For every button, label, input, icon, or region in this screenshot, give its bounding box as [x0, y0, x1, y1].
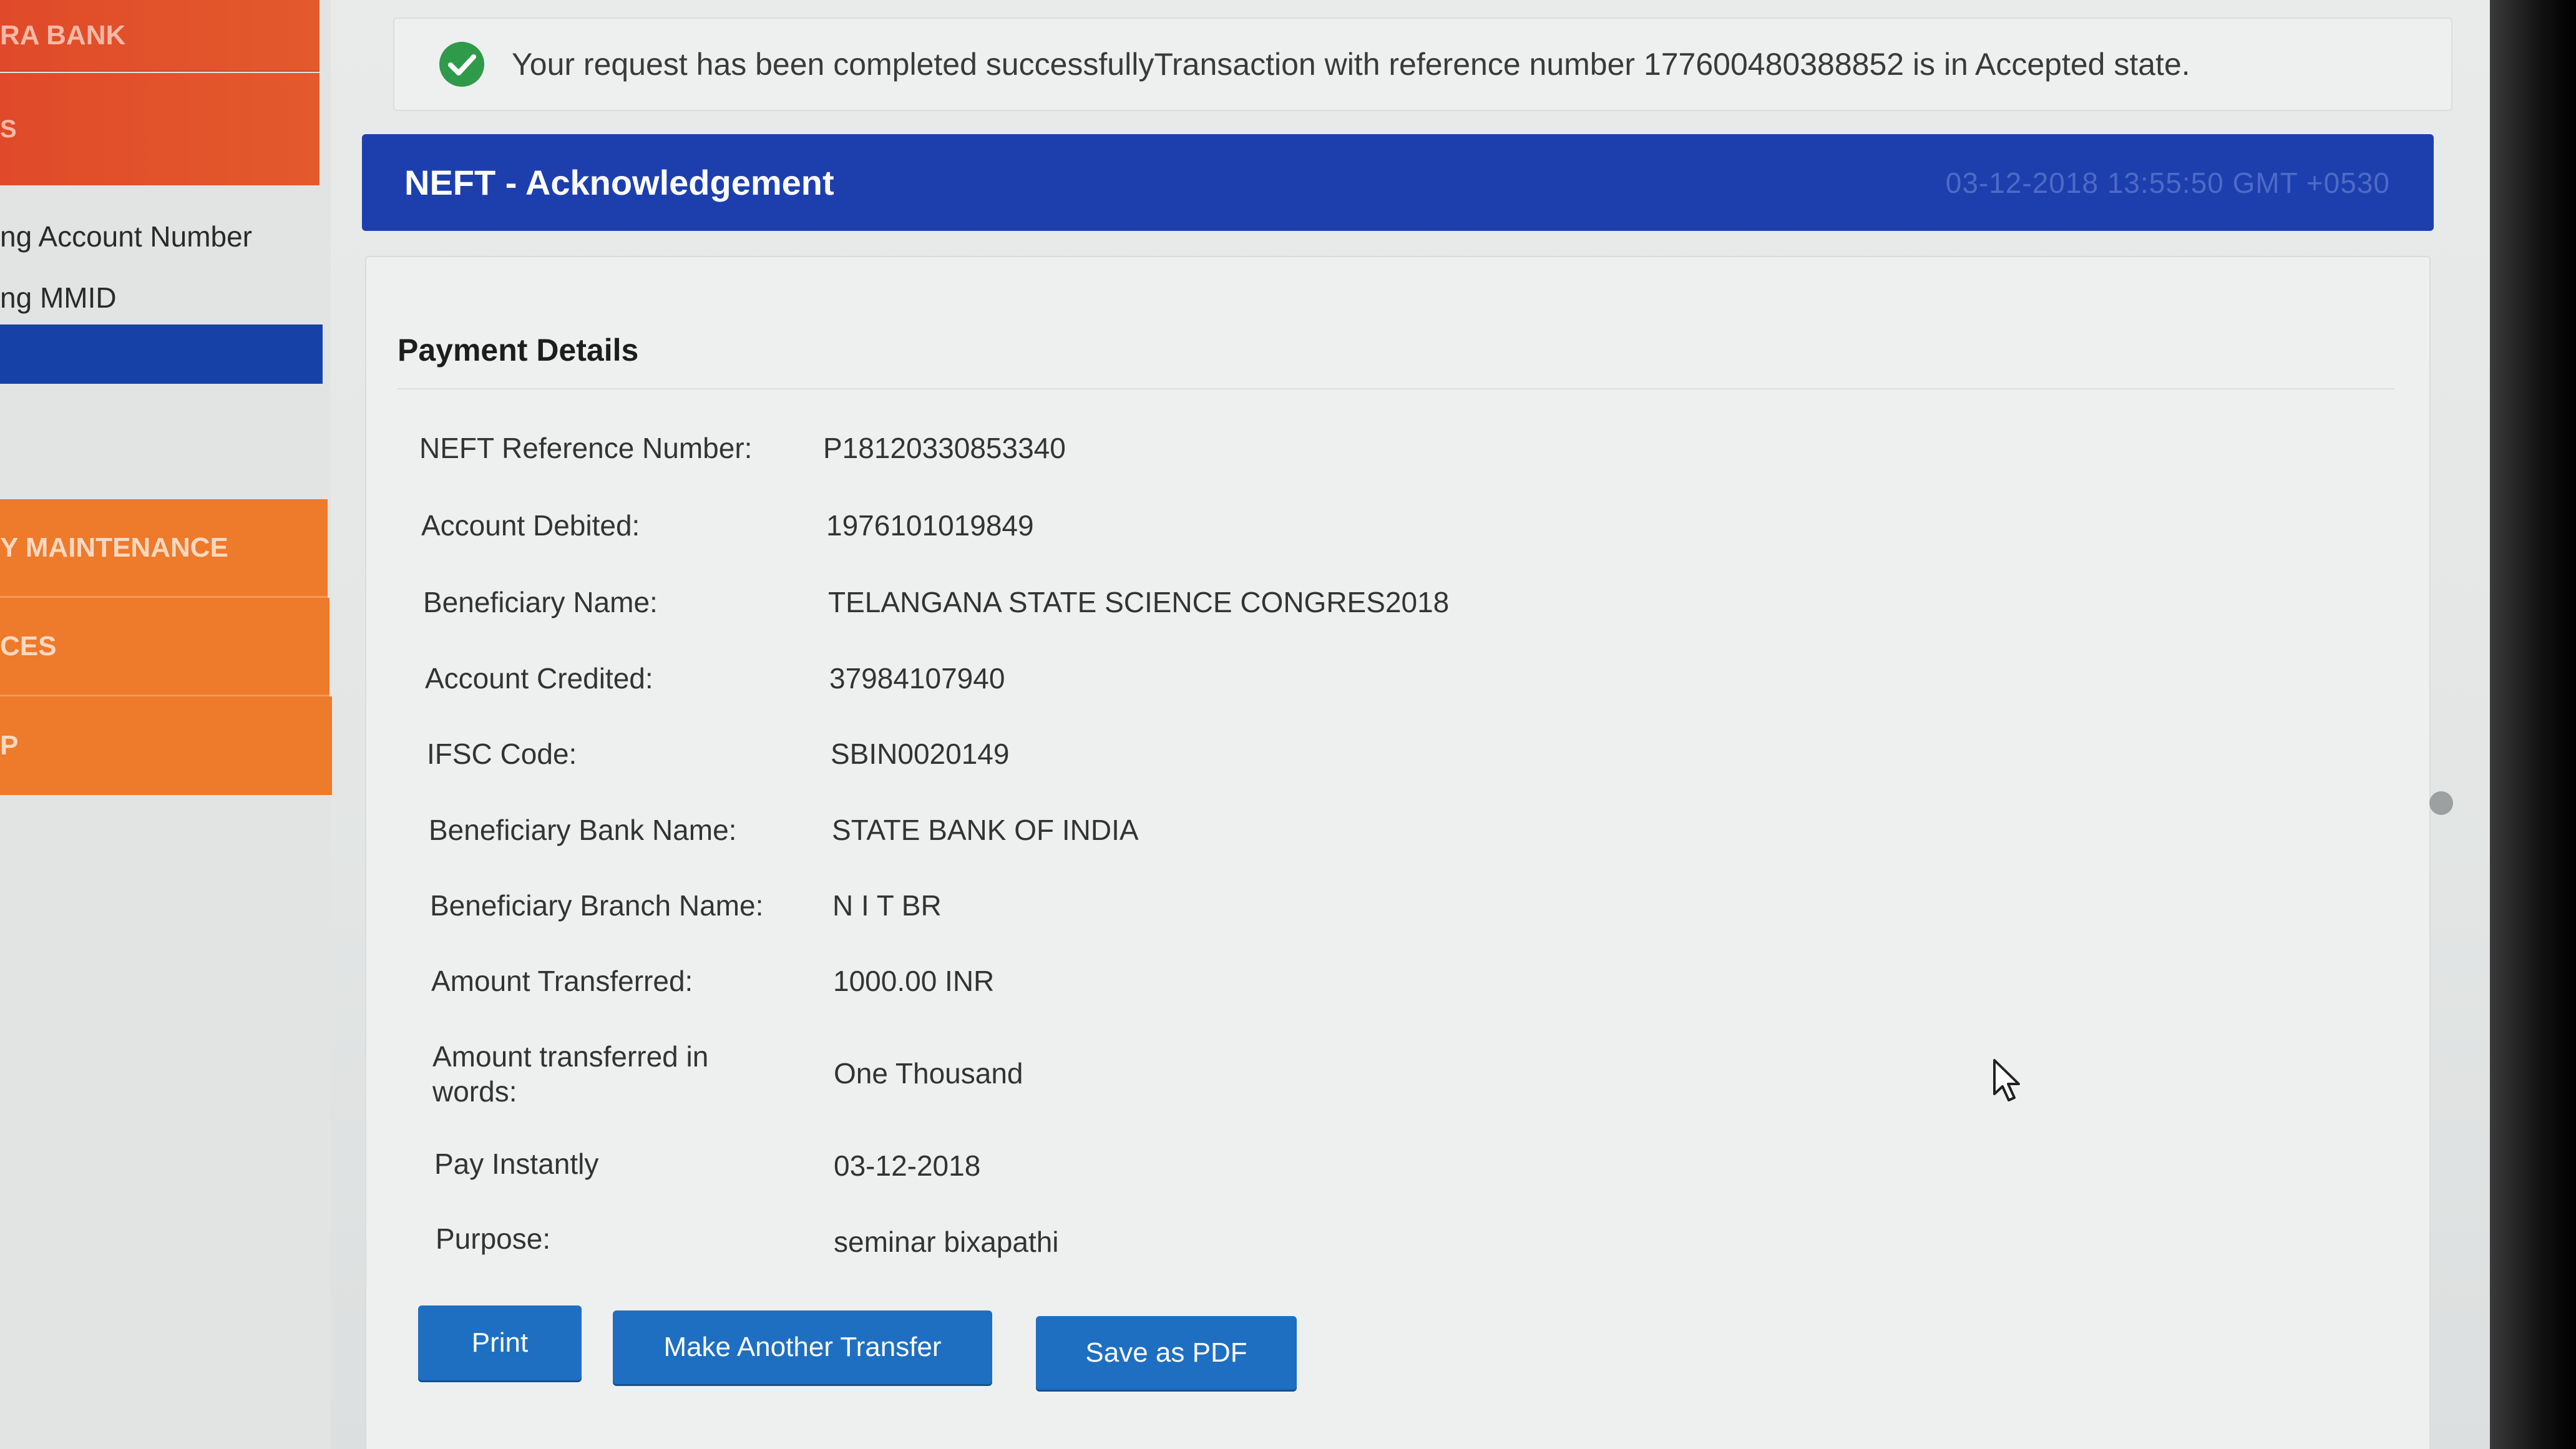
sidebar-item-maintenance-label: Y MAINTENANCE — [0, 532, 228, 563]
scrollbar-thumb[interactable] — [2429, 791, 2453, 815]
detail-value-ifsc-code: SBIN0020149 — [831, 738, 1010, 770]
payment-details-card: Payment Details NEFT Reference Number: P… — [365, 256, 2431, 1449]
detail-label-pay-instantly: Pay Instantly — [434, 1148, 599, 1180]
detail-value-beneficiary-branch-name: N I T BR — [832, 889, 942, 922]
mouse-pointer-icon — [1993, 1059, 2020, 1101]
detail-value-pay-instantly: 03-12-2018 — [834, 1149, 981, 1182]
detail-value-account-credited: 37984107940 — [829, 662, 1005, 695]
detail-label-beneficiary-name: Beneficiary Name: — [423, 586, 658, 618]
detail-label-purpose: Purpose: — [436, 1222, 551, 1255]
sidebar-link-mmid[interactable]: ng MMID — [0, 281, 117, 315]
sidebar-item-p[interactable]: P — [0, 696, 332, 795]
detail-value-purpose: seminar bixapathi — [834, 1226, 1059, 1258]
detail-label-neft-reference: NEFT Reference Number: — [419, 432, 753, 464]
detail-value-beneficiary-name: TELANGANA STATE SCIENCE CONGRES2018 — [828, 586, 1450, 618]
detail-label-amount-transferred: Amount Transferred: — [431, 965, 693, 997]
detail-value-neft-reference: P18120330853340 — [823, 432, 1066, 464]
page-title: NEFT - Acknowledgement — [404, 163, 834, 202]
detail-value-account-debited: 1976101019849 — [826, 509, 1034, 542]
section-title: Payment Details — [398, 333, 639, 368]
detail-label-amount-in-words: Amount transferred in words: — [432, 1040, 709, 1108]
save-as-pdf-button[interactable]: Save as PDF — [1036, 1316, 1297, 1390]
panel-header: NEFT - Acknowledgement 03-12-2018 13:55:… — [362, 134, 2434, 231]
sidebar-bank-name: RA BANK — [0, 0, 320, 72]
success-message: Your request has been completed successf… — [512, 47, 2190, 82]
sidebar-item-ces-label: CES — [0, 630, 57, 661]
detail-label-beneficiary-bank-name: Beneficiary Bank Name: — [429, 814, 737, 846]
detail-label-account-debited: Account Debited: — [421, 509, 640, 542]
timestamp: 03-12-2018 13:55:50 GMT +0530 — [1945, 166, 2390, 199]
print-button[interactable]: Print — [418, 1305, 582, 1380]
detail-label-account-credited: Account Credited: — [425, 662, 653, 695]
success-banner: Your request has been completed successf… — [393, 17, 2452, 111]
sidebar-item-s[interactable]: S — [0, 73, 320, 185]
monitor-bezel — [2490, 0, 2576, 1449]
sidebar-item-ces[interactable]: CES — [0, 598, 329, 696]
detail-value-beneficiary-bank-name: STATE BANK OF INDIA — [832, 814, 1139, 846]
detail-value-amount-in-words: One Thousand — [834, 1057, 1023, 1090]
detail-label-beneficiary-branch-name: Beneficiary Branch Name: — [430, 889, 764, 922]
sidebar-item-p-label: P — [0, 730, 19, 761]
sidebar-item-s-label: S — [0, 115, 17, 143]
sidebar-active-item[interactable] — [0, 324, 323, 384]
divider — [398, 388, 2394, 389]
bank-name-label: RA BANK — [0, 19, 126, 51]
make-another-transfer-button[interactable]: Make Another Transfer — [613, 1310, 992, 1384]
detail-value-amount-transferred: 1000.00 INR — [833, 965, 995, 997]
sidebar-link-account-number[interactable]: ng Account Number — [0, 220, 252, 253]
screen: RA BANK S ng Account Number ng MMID Y MA… — [0, 0, 2576, 1449]
detail-label-ifsc-code: IFSC Code: — [427, 738, 577, 770]
sidebar-item-maintenance[interactable]: Y MAINTENANCE — [0, 499, 328, 598]
check-circle-icon — [439, 42, 484, 87]
